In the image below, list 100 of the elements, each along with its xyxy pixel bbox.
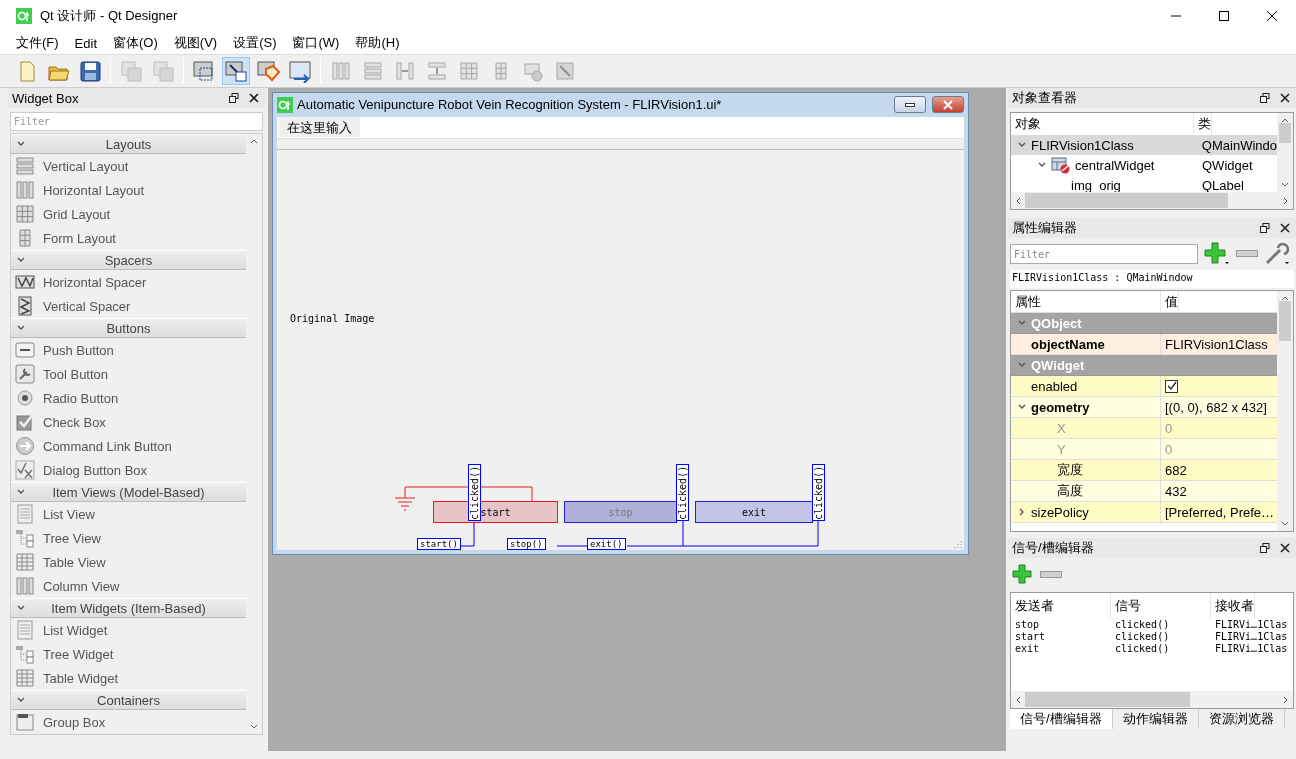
widget-item[interactable]: Radio Button — [11, 386, 246, 410]
scroll-right-icon[interactable] — [1283, 195, 1289, 206]
widget-item[interactable]: Table View — [11, 550, 246, 574]
float-icon[interactable] — [1260, 223, 1270, 233]
tree-icon — [15, 528, 35, 548]
tab[interactable]: 信号/槽编辑器 — [1010, 709, 1113, 729]
table-cell-text: stop — [1014, 619, 1041, 631]
column-header[interactable]: 接收者 — [1211, 593, 1255, 619]
vspring-icon — [15, 296, 35, 316]
menu-item[interactable]: 文件(F) — [8, 32, 67, 54]
scrollbar-thumb[interactable] — [1279, 301, 1291, 341]
close-icon[interactable] — [1266, 10, 1278, 22]
category-header[interactable]: Item Views (Model-Based) — [11, 482, 246, 502]
float-icon[interactable] — [1260, 543, 1270, 553]
column-header[interactable]: 值 — [1161, 291, 1179, 312]
connection-line — [460, 520, 475, 547]
widget-item[interactable]: Horizontal Spacer — [11, 270, 246, 294]
property-row[interactable]: 高度 432 — [1011, 481, 1277, 502]
wrench-icon[interactable] — [1264, 242, 1290, 266]
widget-item[interactable]: Dialog Button Box — [11, 458, 246, 482]
float-icon[interactable] — [1260, 93, 1270, 103]
scrollbar-thumb[interactable] — [1279, 123, 1291, 143]
scroll-up-icon[interactable] — [249, 138, 259, 144]
close-icon[interactable] — [249, 93, 259, 103]
menu-item[interactable]: Edit — [66, 33, 105, 53]
category-header[interactable]: Layouts — [11, 134, 246, 154]
widget-item[interactable]: Tree Widget — [11, 642, 246, 666]
widget-item[interactable]: Tree View — [11, 526, 246, 550]
menu-item[interactable]: 窗体(O) — [105, 32, 166, 54]
filter-field[interactable]: Filter — [1010, 244, 1198, 264]
push-button[interactable]: exit — [695, 501, 813, 523]
scroll-left-icon[interactable] — [1015, 694, 1021, 705]
menu-item[interactable]: 窗口(W) — [284, 32, 348, 54]
property-row[interactable]: enabled — [1011, 376, 1277, 397]
signal-label: clicked() — [676, 464, 689, 521]
scroll-down-icon[interactable] — [249, 724, 259, 730]
scroll-left-icon[interactable] — [1015, 195, 1021, 206]
column-header[interactable]: 信号 — [1111, 593, 1211, 619]
close-icon[interactable] — [1280, 223, 1290, 233]
menu-item[interactable]: 帮助(H) — [347, 32, 408, 54]
widget-item[interactable]: List Widget — [11, 618, 246, 642]
column-header[interactable]: 发送者 — [1011, 593, 1111, 619]
push-icon — [15, 340, 35, 360]
maximize-icon[interactable] — [1218, 10, 1230, 22]
widget-item[interactable]: List View — [11, 502, 246, 526]
scroll-up-icon[interactable] — [1280, 295, 1290, 301]
table-cell-text: clicked() — [1114, 619, 1171, 631]
widget-item[interactable]: Horizontal Layout — [11, 178, 246, 202]
signal-edit-icon[interactable] — [222, 57, 250, 85]
tree-row[interactable]: img_orig QLabel — [1011, 175, 1277, 192]
widget-item[interactable]: Check Box — [11, 410, 246, 434]
image-label: Original Image — [290, 313, 375, 324]
widget-item[interactable]: Command Link Button — [11, 434, 246, 458]
tree-row[interactable]: FLIRVision1Class QMainWindo — [1011, 135, 1277, 155]
widget-item[interactable]: Form Layout — [11, 226, 246, 250]
widget-item[interactable]: Vertical Layout — [11, 154, 246, 178]
widget-item[interactable]: Vertical Spacer — [11, 294, 246, 318]
table-cell-text: FLIRVi…1Clas — [1214, 619, 1288, 631]
minimize-icon[interactable] — [905, 102, 915, 107]
menu-placeholder[interactable]: 在这里输入 — [279, 117, 360, 138]
widget-icon — [1051, 156, 1071, 174]
property-row[interactable]: geometry [(0, 0), 682 x 432] — [1011, 397, 1277, 418]
close-button[interactable] — [932, 96, 964, 114]
close-icon[interactable] — [1280, 93, 1290, 103]
scroll-right-icon[interactable] — [1283, 694, 1289, 705]
property-row[interactable]: 宽度 682 — [1011, 460, 1277, 481]
scrollbar-thumb[interactable] — [1025, 692, 1191, 707]
scroll-up-icon[interactable] — [1280, 117, 1290, 123]
tree-row[interactable]: centralWidget QWidget — [1011, 155, 1277, 175]
property-row[interactable]: sizePolicy [Preferred, Prefe… — [1011, 502, 1277, 523]
category-header[interactable]: Spacers — [11, 250, 246, 270]
plus-icon[interactable] — [1012, 564, 1034, 586]
widget-item[interactable]: Table Widget — [11, 666, 246, 690]
close-icon[interactable] — [1280, 543, 1290, 553]
minimize-button[interactable] — [894, 96, 926, 114]
scrollbar-thumb[interactable] — [1025, 193, 1229, 208]
column-header[interactable]: 属性 — [1011, 291, 1161, 312]
menu-item[interactable]: 视图(V) — [165, 32, 226, 54]
category-header[interactable]: Containers — [11, 690, 246, 710]
window-title: Qt 设计师 - Qt Designer — [40, 7, 179, 25]
plus-icon[interactable] — [1204, 242, 1230, 266]
dock-title: 属性编辑器 — [1012, 219, 1077, 237]
widget-item[interactable]: Grid Layout — [11, 202, 246, 226]
category-header[interactable]: Item Widgets (Item-Based) — [11, 598, 246, 618]
group-icon — [15, 712, 35, 732]
resize-grip-icon[interactable] — [954, 540, 962, 548]
widget-item[interactable]: Group Box — [11, 710, 246, 734]
float-icon[interactable] — [229, 93, 239, 103]
scroll-down-icon[interactable] — [1280, 521, 1290, 527]
widget-item[interactable]: Tool Button — [11, 362, 246, 386]
checkbox[interactable] — [1165, 379, 1178, 393]
property-row[interactable]: objectName FLIRVision1Class — [1011, 334, 1277, 355]
arrow-circle-icon — [15, 436, 35, 456]
table-cell-text: exit — [1014, 643, 1041, 655]
menu-item[interactable]: 设置(S) — [225, 32, 285, 54]
widget-item[interactable]: Push Button — [11, 338, 246, 362]
filter-field[interactable]: Filter — [10, 112, 263, 131]
widget-item[interactable]: Column View — [11, 574, 246, 598]
category-header[interactable]: Buttons — [11, 318, 246, 338]
scroll-down-icon[interactable] — [1280, 182, 1290, 188]
